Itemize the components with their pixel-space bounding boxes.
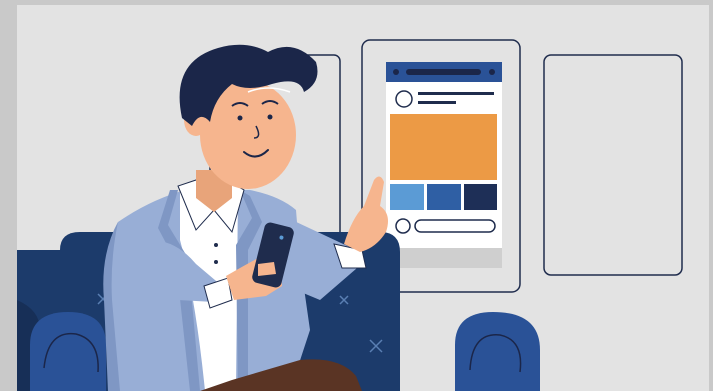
photo-tile-3: [464, 184, 497, 210]
menu-icon: [393, 69, 399, 75]
post-title-line: [418, 92, 494, 95]
illustration-frame: [0, 0, 713, 391]
post-meta-line: [418, 101, 456, 104]
right-armrest: [455, 312, 540, 391]
right-eye: [267, 114, 273, 120]
left-armrest: [30, 312, 106, 391]
post-banner: [390, 114, 497, 180]
left-eye: [237, 115, 243, 121]
search-bar: [406, 69, 481, 75]
notification-icon: [489, 69, 495, 75]
thumb: [258, 262, 276, 276]
illustration: [17, 5, 709, 391]
photo-tile-2: [427, 184, 461, 210]
photo-tile-1: [390, 184, 424, 210]
app-footer: [386, 248, 502, 268]
